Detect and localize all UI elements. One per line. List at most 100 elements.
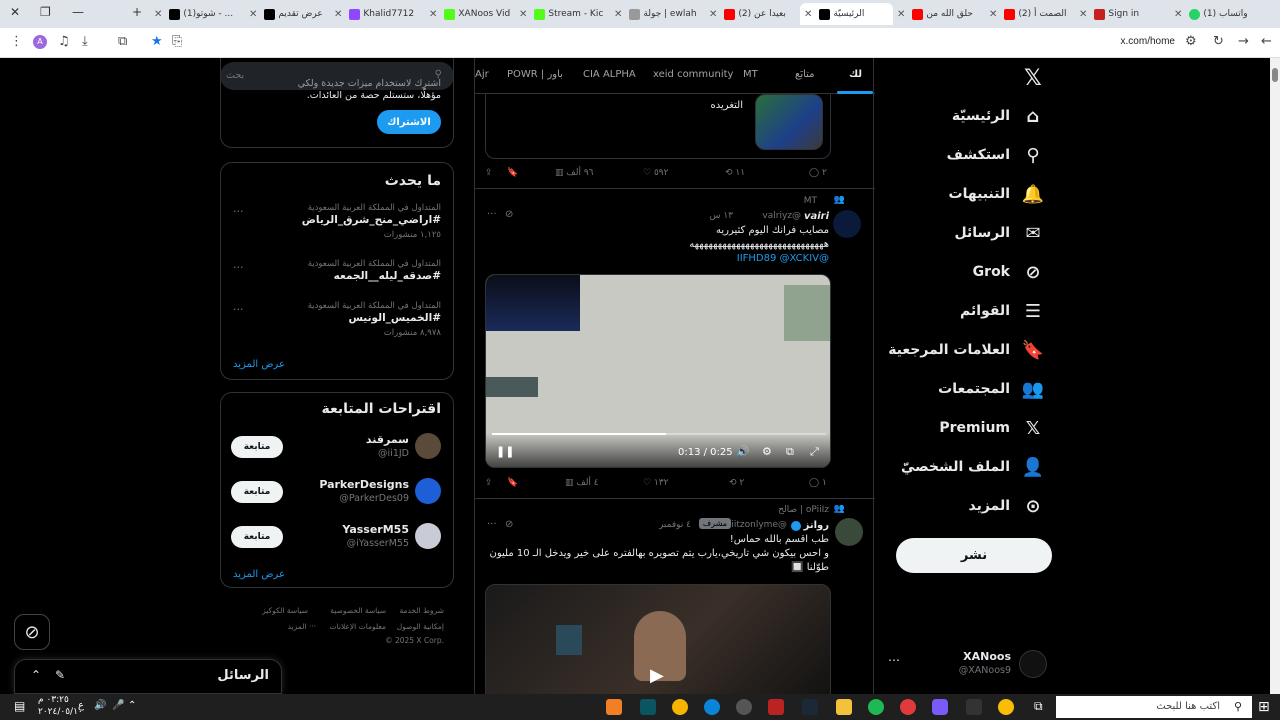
minimize-window-icon[interactable]: — bbox=[72, 5, 84, 19]
close-tab-icon[interactable]: ✕ bbox=[709, 9, 717, 20]
close-tab-icon[interactable]: ✕ bbox=[249, 9, 257, 20]
file-explorer-icon[interactable] bbox=[836, 699, 852, 715]
tweet-video[interactable]: ▶ bbox=[485, 584, 831, 694]
messages-drawer[interactable]: الرسائل ⌃ ✎ bbox=[14, 659, 282, 694]
community-label[interactable]: oPiiIz | صالح bbox=[778, 505, 829, 515]
views-count[interactable]: ▥ ٩٦ ألف bbox=[555, 168, 593, 178]
close-tab-icon[interactable]: ✕ bbox=[429, 9, 437, 20]
bookmark-icon[interactable]: 🔖 bbox=[507, 478, 518, 488]
pip-icon[interactable]: ⧉ bbox=[786, 445, 794, 459]
follow-button[interactable]: متابعة bbox=[231, 526, 283, 548]
subscribe-button[interactable]: الاشتراك bbox=[377, 110, 441, 134]
epic-games-icon[interactable] bbox=[966, 699, 982, 715]
play-icon[interactable]: ▶ bbox=[650, 665, 664, 686]
account-switcher[interactable]: … XANoos @XANoos9 bbox=[885, 646, 1055, 682]
more-dots-icon[interactable]: ··· bbox=[233, 303, 244, 316]
tweet-time[interactable]: ٤ نوفمبر bbox=[659, 520, 691, 530]
volume-icon[interactable]: 🔊 bbox=[736, 445, 750, 458]
nav-item-premium[interactable]: 𝕏 Premium bbox=[939, 413, 1044, 443]
views-count[interactable]: ▥ ٤ ألف bbox=[565, 478, 599, 488]
grok-float-icon[interactable]: ⊘ bbox=[14, 614, 50, 650]
profile-avatar-icon[interactable]: A bbox=[33, 35, 47, 49]
close-tab-icon[interactable]: ✕ bbox=[154, 9, 162, 20]
tray-chevron-icon[interactable]: ⌃ bbox=[128, 700, 136, 711]
microphone-icon[interactable]: 🎤 bbox=[112, 700, 124, 711]
tweet-author-name[interactable]: 𝙫𝙖𝙞𝙧𝙞 bbox=[804, 211, 829, 222]
retweets-count[interactable]: ⟲ ١١ bbox=[725, 168, 745, 178]
close-tab-icon[interactable]: ✕ bbox=[519, 9, 527, 20]
more-dots-icon[interactable]: ··· bbox=[233, 205, 244, 218]
browser-tab[interactable]: ✕ Stream - Kic bbox=[515, 3, 610, 25]
bookmark-icon[interactable]: 🔖 bbox=[507, 168, 518, 178]
windows-start-icon[interactable]: ⊞ bbox=[1258, 699, 1270, 715]
close-tab-icon[interactable]: ✕ bbox=[989, 9, 997, 20]
footer-link[interactable]: إمكانية الوصول bbox=[397, 622, 444, 631]
browser-tab[interactable]: ✕ (1)شوتو - ... bbox=[150, 3, 245, 25]
app-icon[interactable] bbox=[900, 699, 916, 715]
suggestion-name[interactable]: سمرقند bbox=[366, 433, 409, 446]
replies-count[interactable]: ◯ ١ bbox=[809, 478, 827, 488]
app-icon[interactable] bbox=[736, 699, 752, 715]
tab-mt[interactable]: MT bbox=[743, 69, 758, 80]
browser-tab[interactable]: ✕ (1) واتساب bbox=[1170, 3, 1270, 25]
trends-show-more[interactable]: عرض المزيد bbox=[233, 359, 285, 370]
nav-item-profile[interactable]: 👤 الملف الشخصيّ bbox=[901, 452, 1044, 482]
taskbar-search-input[interactable]: ⚲ اكتب هنا للبحث bbox=[1056, 696, 1252, 718]
settings-icon[interactable]: ⚙ bbox=[762, 445, 772, 458]
footer-link[interactable]: ··· المزيد bbox=[288, 622, 316, 631]
nav-item-more[interactable]: ⊙ المزيد bbox=[969, 491, 1045, 521]
close-window-icon[interactable]: ✕ bbox=[10, 5, 20, 19]
browser-tab[interactable]: ✕ عرض تقديم bbox=[245, 3, 330, 25]
tab-following[interactable]: متابَع bbox=[795, 69, 815, 80]
nav-item-home[interactable]: ⌂ الرئيسيّة bbox=[952, 101, 1044, 131]
extensions-icon[interactable]: ⧉ bbox=[118, 34, 127, 49]
grok-icon[interactable]: ⊘ bbox=[505, 519, 513, 530]
retweets-count[interactable]: ⟲ ٢ bbox=[729, 478, 744, 488]
quoted-tweet-frame[interactable] bbox=[485, 94, 831, 159]
tab-ajr[interactable]: Ajr bbox=[475, 69, 489, 80]
clock-time[interactable]: ٠٣:٢٥ م bbox=[38, 695, 69, 705]
browser-tab[interactable]: ✕ Sign in bbox=[1075, 3, 1170, 25]
save-page-icon[interactable]: ⎘ bbox=[172, 34, 182, 49]
post-button[interactable]: نشر bbox=[896, 538, 1052, 573]
close-tab-icon[interactable]: ✕ bbox=[1174, 9, 1182, 20]
x-logo-icon[interactable]: 𝕏 bbox=[1024, 66, 1042, 91]
follow-button[interactable]: متابعة bbox=[231, 481, 283, 503]
avatar[interactable] bbox=[833, 210, 861, 238]
browser-tab[interactable]: ✕ حلق الله من bbox=[893, 3, 985, 25]
follow-button[interactable]: متابعة bbox=[231, 436, 283, 458]
reload-icon[interactable]: ↻ bbox=[1213, 34, 1224, 49]
fullscreen-icon[interactable]: ⤢ bbox=[810, 445, 819, 459]
tweet-author-handle[interactable]: @valriyz bbox=[762, 211, 801, 221]
notifications-icon[interactable]: ▤ bbox=[14, 699, 25, 713]
bookmark-star-icon[interactable]: ★ bbox=[151, 34, 163, 49]
scrollbar-thumb[interactable] bbox=[1272, 68, 1278, 82]
steam-icon[interactable] bbox=[802, 699, 818, 715]
more-dots-icon[interactable]: ··· bbox=[487, 519, 497, 530]
tweet-author-handle[interactable]: @iitzonlyme bbox=[731, 520, 787, 530]
browser-tab[interactable]: ✕ (2) الصمت أ bbox=[985, 3, 1075, 25]
tab-xeid-community[interactable]: xeid community bbox=[653, 69, 733, 80]
site-settings-icon[interactable]: ⚙ bbox=[1185, 34, 1197, 49]
app-icon[interactable] bbox=[606, 699, 622, 715]
trend-name[interactable]: #اراضي_منح_شرق_الرياض bbox=[302, 214, 441, 226]
app-icon[interactable] bbox=[640, 699, 656, 715]
share-icon[interactable]: ⇪ bbox=[485, 168, 493, 178]
likes-count[interactable]: ♡ ١٣٢ bbox=[643, 478, 668, 488]
volume-icon[interactable]: 🔊 bbox=[94, 700, 106, 711]
tab-powr[interactable]: POWR | باور bbox=[507, 69, 563, 80]
more-dots-icon[interactable]: ··· bbox=[487, 209, 497, 220]
app-icon[interactable] bbox=[768, 699, 784, 715]
nav-item-explore[interactable]: ⚲ استكشف bbox=[947, 140, 1044, 170]
browser-tab-active[interactable]: ✕ الرئيسيّة bbox=[800, 3, 893, 25]
footer-link[interactable]: شروط الخدمة bbox=[399, 606, 444, 615]
avatar[interactable] bbox=[415, 433, 441, 459]
footer-link[interactable]: سياسة الخصوصية bbox=[330, 606, 386, 615]
edge-icon[interactable] bbox=[704, 699, 720, 715]
nav-item-communities[interactable]: 👥 المجتمعات bbox=[938, 374, 1044, 404]
close-tab-icon[interactable]: ✕ bbox=[334, 9, 342, 20]
footer-link[interactable]: سياسة الكوكيز bbox=[262, 606, 308, 615]
tab-cia-alpha[interactable]: CIA ALPHA bbox=[583, 69, 636, 80]
forward-icon[interactable]: → bbox=[1238, 34, 1249, 49]
suggestion-name[interactable]: ParkerDesigns bbox=[319, 478, 409, 491]
